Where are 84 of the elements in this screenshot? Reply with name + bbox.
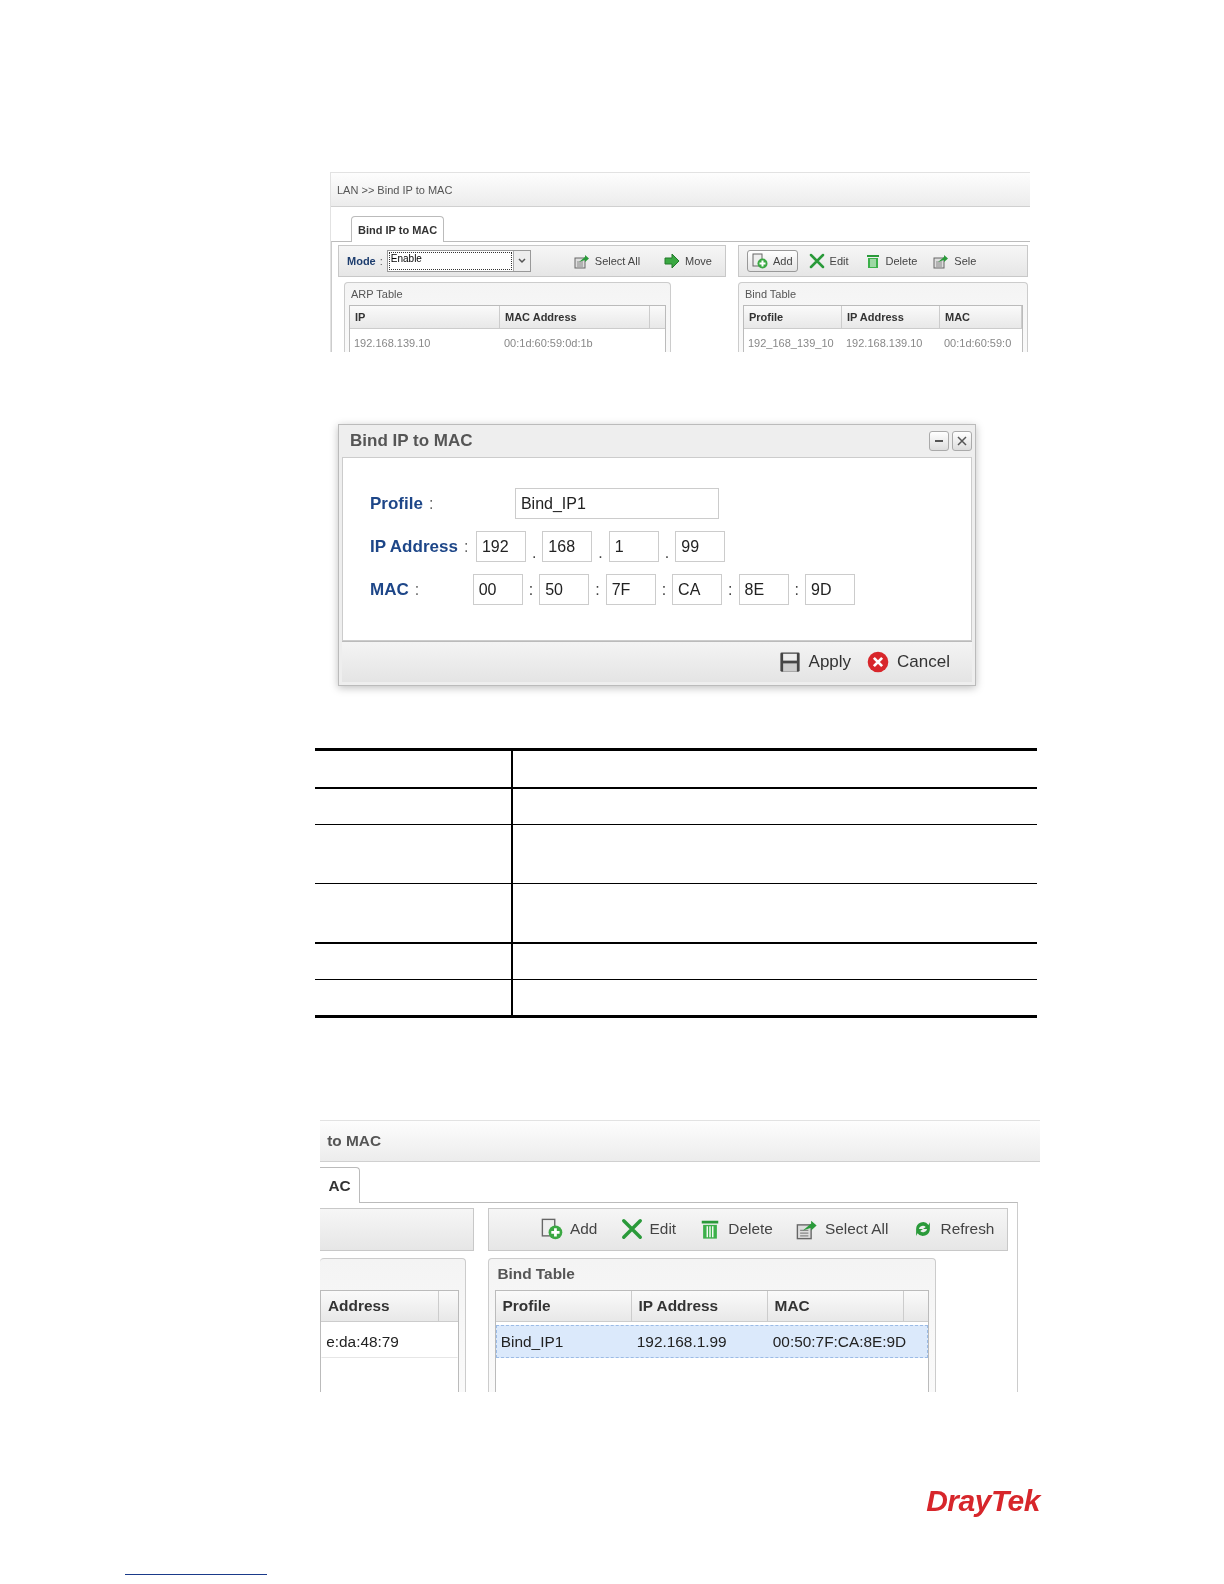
add-document-icon [541,1218,564,1241]
document-arrow-icon [573,253,590,269]
table-row[interactable]: Bind_IP1 192.168.1.99 00:50:7F:CA:8E:9D [495,1325,929,1358]
toolbar-button[interactable]: Sele [928,250,982,272]
separator: : [728,580,733,599]
table-cell-text: e:da:48:79 [325,1331,400,1352]
mode-dropdown[interactable]: Enable [386,250,531,272]
close-button[interactable] [952,431,972,451]
table-cell-text: 192.168.139.10 [845,336,924,351]
separator-colon: : [414,580,421,599]
input-field[interactable]: Bind_IP1 [514,488,719,519]
table-cell-text: 00:50:7F:CA:8E:9D [771,1331,905,1352]
separator: : [595,580,600,599]
separator: . [531,544,537,562]
arrow-right-icon [664,253,681,269]
separator: . [664,544,670,562]
field-label: MAC [370,579,409,600]
input-field[interactable]: 00 [472,574,523,605]
panel-title: Bind Table [496,1264,576,1285]
input-field[interactable]: 7F [605,574,656,605]
table-cell-text: 192_168_139_10 [747,336,835,351]
field-label: IP Address [370,536,458,557]
toolbar-button[interactable]: Move [659,250,717,272]
close-icon [957,436,967,446]
add-document-icon [752,253,768,269]
mode-label: Mode [347,255,376,267]
panel-title: ARP Table [350,287,404,302]
separator: : [794,580,799,599]
document-arrow-icon [933,253,950,269]
table-cell-text: 192.168.139.10 [353,336,432,351]
toolbar-button[interactable]: Edit [803,250,854,272]
trash-icon [864,253,881,269]
separator-colon: : [379,255,383,267]
table-row[interactable]: 192_168_139_10 192.168.139.10 00:1d:60:59:0 [744,331,1022,352]
toolbar-button[interactable]: Add [534,1214,604,1244]
column-header[interactable]: IP [350,306,500,328]
toolbar-button[interactable]: Select All [789,1214,895,1244]
input-field[interactable]: 50 [539,574,590,605]
input-field[interactable]: 192 [475,531,526,562]
breadcrumb: LAN >> Bind IP to MAC [337,183,453,196]
table-row[interactable]: e:da:48:79 [321,1325,459,1358]
column-header[interactable]: Profile [744,306,842,328]
column-header[interactable]: MAC [767,1290,904,1322]
document-arrow-icon [796,1218,818,1241]
cancel-icon [867,651,890,673]
table-cell-text: Bind_IP1 [499,1331,565,1352]
dialog-title: Bind IP to MAC [350,431,473,451]
table-row[interactable]: 192.168.139.10 00:1d:60:59:0d:1b [350,331,665,352]
column-header[interactable]: MAC Address [500,306,650,328]
input-field[interactable]: 99 [675,531,726,562]
input-field[interactable]: 1 [608,531,659,562]
window-title: to MAC [327,1131,382,1150]
input-field[interactable]: 168 [542,531,593,562]
separator-colon: : [463,537,470,556]
table-cell-text: 192.168.1.99 [635,1331,728,1352]
caret-icon [517,258,526,264]
toolbar-button[interactable]: Select All [568,250,646,272]
input-field[interactable]: 9D [805,574,855,605]
apply-button[interactable]: Apply [778,651,852,673]
toolbar-button[interactable]: Edit [614,1214,683,1244]
separator: : [528,580,534,599]
tab[interactable]: AC [320,1167,360,1204]
toolbar-button[interactable]: Delete [859,250,923,272]
column-header[interactable]: Profile [495,1290,632,1322]
separator-colon: : [428,494,435,513]
panel-title: Bind Table [744,287,798,302]
separator: : [661,580,667,599]
brand-logo: DrayTek [926,1484,1040,1518]
input-field[interactable]: 8E [738,574,789,605]
minimize-button[interactable] [929,431,949,451]
toolbar-button[interactable]: Delete [692,1214,780,1244]
minimize-icon [935,440,943,442]
tab[interactable]: Bind IP to MAC [351,216,445,242]
table-cell-text: 00:1d:60:59:0 [943,336,1013,351]
column-header[interactable]: IP Address [631,1290,768,1322]
column-header[interactable]: IP Address [842,306,940,328]
toolbar-button[interactable]: Add [747,250,798,272]
table-cell-text: 00:1d:60:59:0d:1b [503,336,594,351]
toolbar-button[interactable]: Refresh [904,1214,1001,1244]
column-header[interactable]: MAC [940,306,1022,328]
input-field[interactable]: CA [672,574,723,605]
separator: . [598,544,603,562]
field-label: Profile [370,493,423,514]
cancel-button[interactable]: Cancel [867,651,950,673]
